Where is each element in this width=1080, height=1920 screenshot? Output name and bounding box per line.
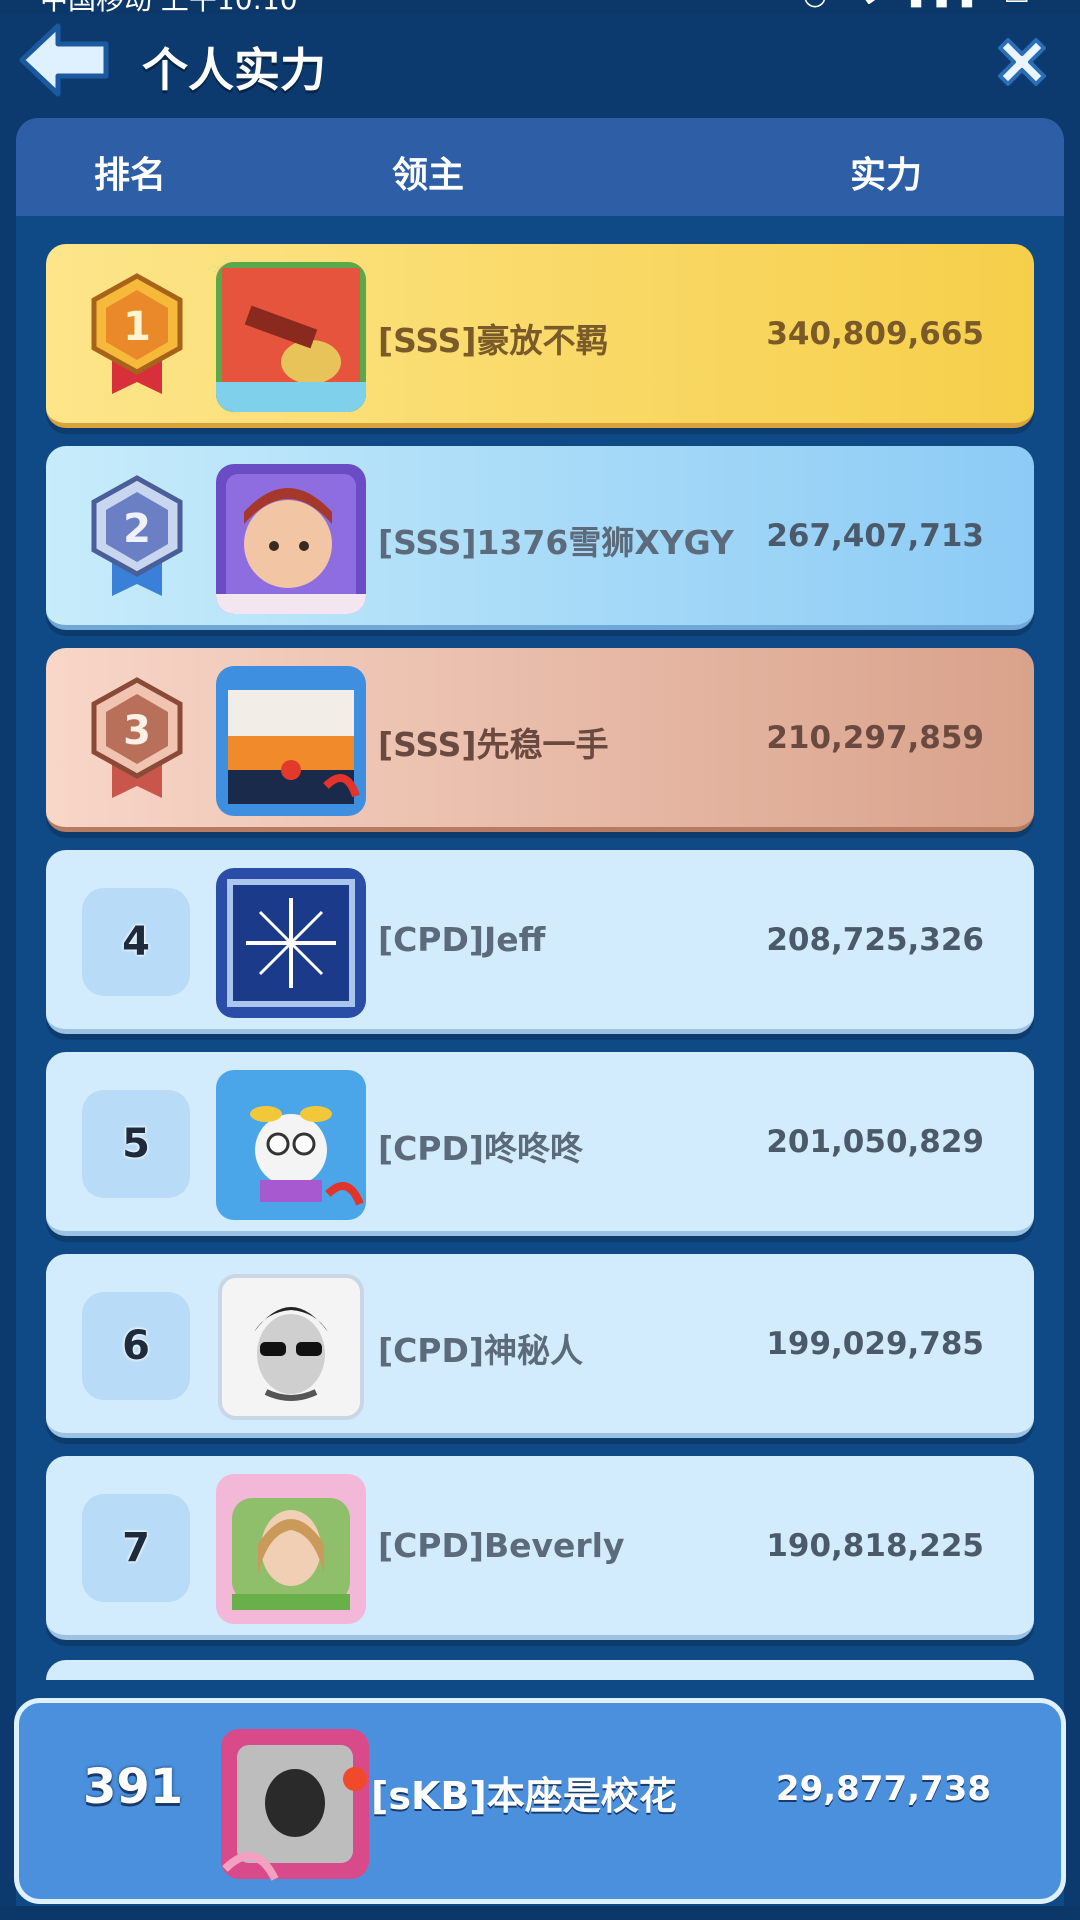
back-arrow-icon <box>19 23 109 97</box>
player-name: [SSS]豪放不羁 <box>378 321 609 360</box>
table-row[interactable]: 6 [CPD]神秘人 199,029,785 <box>46 1254 1034 1438</box>
avatar[interactable] <box>216 262 366 412</box>
my-player-power: 29,877,738 <box>775 1769 991 1809</box>
player-name: [CPD]Beverly <box>378 1526 625 1565</box>
header: 个人实力 <box>0 14 1080 114</box>
medal-rank-number: 1 <box>123 304 151 350</box>
status-icons: ◔ ↯ ▮▮▮ ▭ <box>803 0 1040 11</box>
status-bar: 中国移动 上午10:10 ◔ ↯ ▮▮▮ ▭ <box>0 0 1080 14</box>
rank-number: 5 <box>82 1090 190 1198</box>
my-rank-bar[interactable]: 391 [sKB]本座是校花 29,877,738 <box>14 1698 1066 1904</box>
avatar[interactable] <box>216 666 366 816</box>
system-nav-bar <box>0 1906 1080 1920</box>
table-row[interactable]: 2 [SSS]1376雪狮XYGY 267,407,713 <box>46 446 1034 630</box>
medal-rank-number: 2 <box>123 506 151 552</box>
player-power: 190,818,225 <box>766 1528 984 1564</box>
back-button[interactable] <box>14 20 114 100</box>
avatar[interactable] <box>216 1070 366 1220</box>
rank-number: 7 <box>82 1494 190 1602</box>
ranking-panel: 排名 领主 实力 1 [SSS]豪放不羁 340,809,665 2 [SSS]… <box>16 118 1064 1920</box>
avatar[interactable] <box>216 868 366 1018</box>
player-power: 210,297,859 <box>766 720 984 756</box>
table-row[interactable]: 7 [CPD]Beverly 190,818,225 <box>46 1456 1034 1640</box>
player-power: 267,407,713 <box>766 518 984 554</box>
column-header-rank: 排名 <box>94 155 167 196</box>
column-header-power: 实力 <box>850 155 923 196</box>
avatar[interactable] <box>216 1272 366 1422</box>
my-player-name: [sKB]本座是校花 <box>371 1774 677 1818</box>
close-button[interactable] <box>990 30 1054 94</box>
table-row[interactable]: 4 [CPD]Jeff 208,725,326 <box>46 850 1034 1034</box>
player-name: [SSS]1376雪狮XYGY <box>378 523 734 562</box>
table-header: 排名 领主 实力 <box>16 118 1064 216</box>
avatar[interactable] <box>216 1474 366 1624</box>
silver-medal-icon: 2 <box>91 475 183 596</box>
gold-medal-icon: 1 <box>91 273 183 394</box>
table-row[interactable]: 5 [CPD]咚咚咚 201,050,829 <box>46 1052 1034 1236</box>
my-avatar[interactable] <box>215 1719 375 1887</box>
player-name: [CPD]Jeff <box>378 920 546 959</box>
my-rank-number: 391 <box>83 1759 184 1815</box>
rank-number: 4 <box>82 888 190 996</box>
medal-rank-number: 3 <box>123 708 151 754</box>
column-header-lord: 领主 <box>392 155 465 196</box>
table-row[interactable]: 1 [SSS]豪放不羁 340,809,665 <box>46 244 1034 428</box>
player-name: [CPD]咚咚咚 <box>378 1129 583 1168</box>
player-power: 199,029,785 <box>766 1326 984 1362</box>
close-x-icon <box>998 38 1046 86</box>
player-power: 208,725,326 <box>766 922 984 958</box>
player-power: 201,050,829 <box>766 1124 984 1160</box>
bronze-medal-icon: 3 <box>91 677 183 798</box>
player-power: 340,809,665 <box>766 316 984 352</box>
player-name: [SSS]先稳一手 <box>378 725 609 764</box>
player-name: [CPD]神秘人 <box>378 1331 583 1370</box>
table-row[interactable]: 3 [SSS]先稳一手 210,297,859 <box>46 648 1034 832</box>
avatar[interactable] <box>216 464 366 614</box>
page-title: 个人实力 <box>142 43 326 97</box>
status-carrier-time: 中国移动 上午10:10 <box>40 0 298 14</box>
rank-number: 6 <box>82 1292 190 1400</box>
list-item-partial <box>46 1660 1034 1680</box>
